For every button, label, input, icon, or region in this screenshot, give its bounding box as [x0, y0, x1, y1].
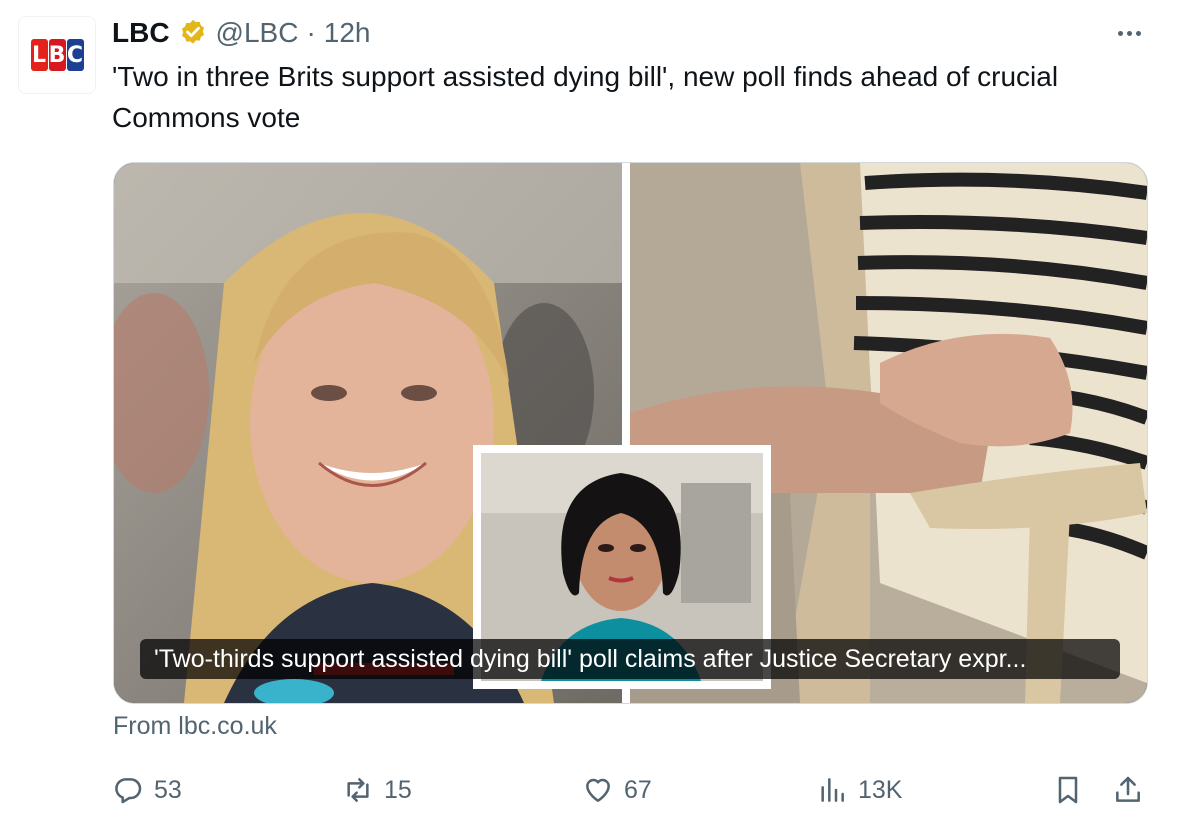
- like-count: 67: [624, 775, 652, 804]
- share-icon: [1116, 776, 1140, 802]
- card-caption: 'Two-thirds support assisted dying bill'…: [140, 639, 1120, 679]
- reply-button[interactable]: 53: [112, 770, 182, 810]
- repost-button[interactable]: 15: [342, 770, 412, 810]
- verified-badge-icon[interactable]: [178, 18, 208, 48]
- reply-icon: [115, 778, 142, 804]
- timestamp[interactable]: 12h: [324, 17, 371, 49]
- lbc-logo: L B C: [30, 39, 84, 71]
- like-button[interactable]: 67: [582, 770, 652, 810]
- avatar[interactable]: L B C: [18, 16, 96, 94]
- share-button[interactable]: [1112, 770, 1144, 810]
- logo-letter-l: L: [30, 39, 48, 71]
- views-button[interactable]: 13K: [816, 770, 902, 810]
- logo-letter-c: C: [66, 39, 84, 71]
- heart-icon: [586, 778, 610, 802]
- author-name[interactable]: LBC: [112, 17, 170, 49]
- bookmark-icon: [1058, 776, 1078, 804]
- views-icon: [821, 778, 844, 802]
- tweet-header: LBC @LBC · 12h: [112, 14, 371, 52]
- tweet-text: 'Two in three Brits support assisted dyi…: [112, 61, 1059, 133]
- repost-count: 15: [384, 775, 412, 804]
- repost-icon: [347, 778, 369, 802]
- bookmark-button[interactable]: [1052, 770, 1084, 810]
- link-card-image[interactable]: 'Two-thirds support assisted dying bill'…: [113, 162, 1148, 704]
- logo-letter-b: B: [48, 39, 66, 71]
- reply-count: 53: [154, 775, 182, 804]
- more-icon[interactable]: [1112, 22, 1146, 44]
- author-handle[interactable]: @LBC: [216, 17, 299, 49]
- separator: ·: [306, 17, 316, 48]
- views-count: 13K: [858, 775, 903, 804]
- link-source[interactable]: From lbc.co.uk: [113, 712, 277, 741]
- action-bar: 53 15 67 13K: [112, 770, 1152, 810]
